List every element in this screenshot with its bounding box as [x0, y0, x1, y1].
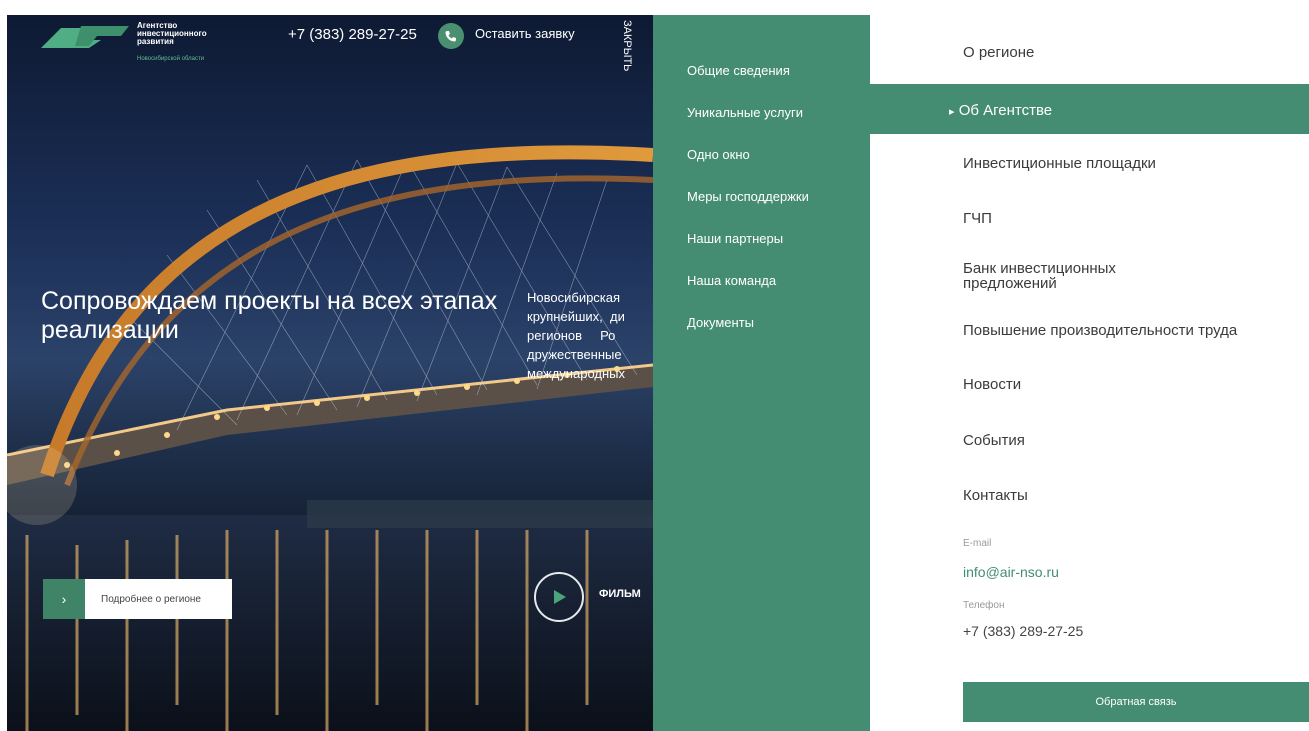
phone-icon — [445, 31, 456, 42]
logo-line-3: развития — [137, 37, 174, 46]
submenu-item-documents[interactable]: Документы — [687, 315, 754, 330]
submenu-item-state-support[interactable]: Меры господдержки — [687, 189, 809, 204]
menu-item-news[interactable]: Новости — [963, 377, 1021, 392]
submenu-item-team[interactable]: Наша команда — [687, 273, 776, 288]
menu-item-events[interactable]: События — [963, 433, 1025, 448]
more-about-region-button[interactable]: › Подробнее о регионе — [43, 579, 232, 619]
logo-region: Новосибирской области — [137, 56, 205, 62]
request-link[interactable]: Оставить заявку — [475, 26, 575, 41]
film-label[interactable]: ФИЛЬМ — [599, 588, 641, 600]
submenu-panel: Общие сведения Уникальные услуги Одно ок… — [653, 15, 870, 731]
submenu-item-partners[interactable]: Наши партнеры — [687, 231, 783, 246]
email-link[interactable]: info@air-nso.ru — [963, 564, 1059, 580]
phone-label: Телефон — [963, 600, 1005, 611]
menu-item-investment-bank[interactable]: Банк инвестиционных предложений — [963, 261, 1193, 291]
menu-item-agency-label: ▸ Об Агентстве — [949, 103, 1052, 120]
call-button[interactable] — [438, 23, 464, 49]
close-menu-button[interactable]: ЗАКРЫТЬ — [621, 20, 633, 71]
menu-item-productivity[interactable]: Повышение производительности труда — [963, 323, 1237, 338]
play-film-button[interactable] — [534, 572, 584, 622]
hero-desc-line: дружественные — [527, 347, 622, 362]
submenu-item-unique-services[interactable]: Уникальные услуги — [687, 105, 803, 120]
email-label: E-mail — [963, 538, 992, 549]
hero-desc-line: международных — [527, 366, 625, 381]
hero-section: Агентство инвестиционного развития Новос… — [7, 15, 653, 731]
menu-item-investment-sites[interactable]: Инвестиционные площадки — [963, 156, 1156, 171]
hero-desc-line: Новосибирская — [527, 290, 621, 305]
play-icon — [554, 590, 566, 604]
hero-title: Сопровождаем проекты на всех этапах реал… — [41, 287, 498, 344]
feedback-button[interactable]: Обратная связь — [963, 682, 1309, 722]
menu-item-contacts[interactable]: Контакты — [963, 488, 1028, 503]
contact-phone[interactable]: +7 (383) 289-27-25 — [963, 623, 1083, 639]
menu-item-agency[interactable]: ▸ Об Агентстве — [870, 84, 1309, 134]
active-marker-icon: ▸ — [949, 106, 955, 118]
menu-item-ppp[interactable]: ГЧП — [963, 211, 992, 226]
header-phone[interactable]: +7 (383) 289-27-25 — [288, 26, 417, 43]
agency-logo[interactable]: Агентство инвестиционного развития Новос… — [41, 22, 207, 62]
menu-item-region[interactable]: О регионе — [963, 45, 1034, 60]
submenu-item-general[interactable]: Общие сведения — [687, 63, 790, 78]
more-about-region-label: Подробнее о регионе — [85, 579, 232, 619]
hero-description: Новосибирская крупнейших, ди регионов Ро… — [527, 288, 625, 383]
chevron-right-icon: › — [43, 579, 85, 619]
hero-desc-line: крупнейших, ди — [527, 309, 625, 324]
submenu-item-one-window[interactable]: Одно окно — [687, 147, 750, 162]
main-menu-panel: О регионе ▸ Об Агентстве Инвестиционные … — [870, 15, 1309, 731]
logo-icon — [41, 26, 129, 48]
menu-item-agency-text: Об Агентстве — [958, 102, 1053, 119]
hero-desc-line: регионов Ро — [527, 328, 616, 343]
